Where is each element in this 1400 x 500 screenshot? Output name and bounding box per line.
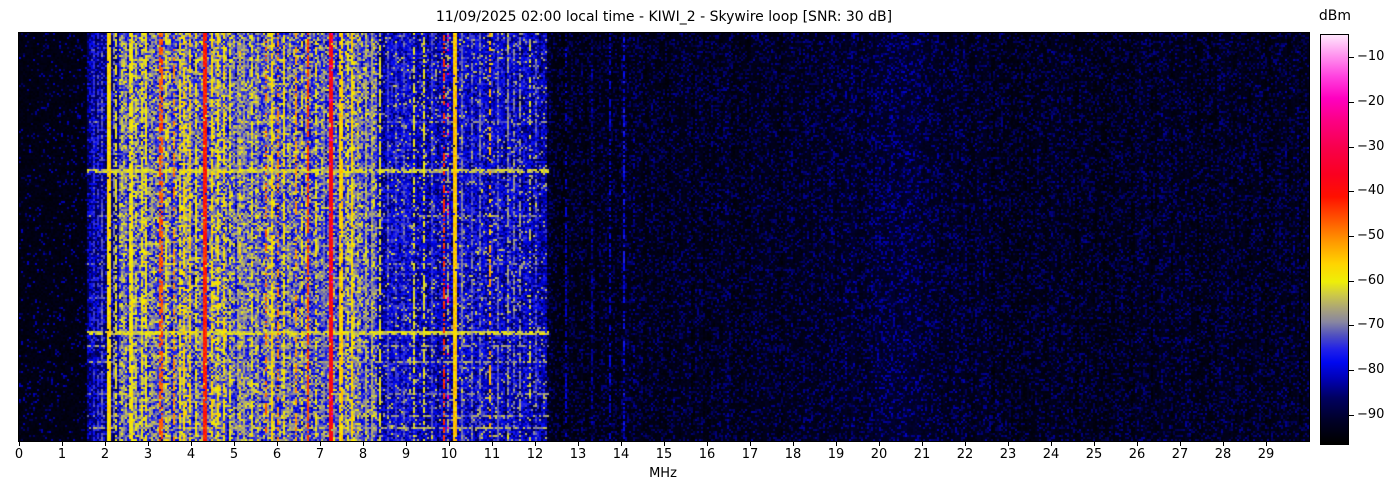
colorbar-tick-mark [1349,415,1354,416]
x-tick-label: 1 [58,447,66,462]
x-tick-label: 27 [1172,447,1189,462]
colorbar-tick-label: −30 [1357,139,1384,154]
colorbar-tick-label: −80 [1357,362,1384,377]
colorbar-tick-mark [1349,191,1354,192]
colorbar-tick-mark [1349,281,1354,282]
x-tick-mark [965,442,966,446]
x-tick-label: 28 [1215,447,1232,462]
x-tick-mark [406,442,407,446]
x-tick-label: 23 [1000,447,1017,462]
x-tick-mark [535,442,536,446]
colorbar-tick-label: −50 [1357,228,1384,243]
colorbar-tick-label: −40 [1357,183,1384,198]
x-tick-label: 10 [441,447,458,462]
colorbar-tick-label: −70 [1357,317,1384,332]
x-tick-label: 24 [1043,447,1060,462]
colorbar-gradient [1321,35,1348,444]
colorbar-tick-label: −90 [1357,407,1384,422]
x-tick-mark [707,442,708,446]
x-tick-label: 20 [871,447,888,462]
x-tick-mark [1223,442,1224,446]
x-tick-mark [363,442,364,446]
spectrogram-page: 11/09/2025 02:00 local time - KIWI_2 - S… [0,0,1400,500]
x-tick-label: 13 [570,447,587,462]
colorbar-tick-mark [1349,102,1354,103]
x-tick-mark [320,442,321,446]
x-tick-mark [19,442,20,446]
x-tick-label: 17 [742,447,759,462]
x-tick-mark [664,442,665,446]
colorbar-tick-label: −10 [1357,49,1384,64]
colorbar-unit-label: dBm [1310,8,1360,24]
waterfall-canvas [19,33,1309,441]
x-tick-mark [1180,442,1181,446]
x-tick-label: 5 [230,447,238,462]
x-tick-mark [836,442,837,446]
colorbar-tick-mark [1349,147,1354,148]
x-tick-label: 0 [15,447,23,462]
x-tick-mark [492,442,493,446]
x-tick-mark [1137,442,1138,446]
x-tick-label: 29 [1258,447,1275,462]
x-tick-mark [62,442,63,446]
colorbar-tick-mark [1349,325,1354,326]
colorbar-tick-mark [1349,370,1354,371]
x-tick-label: 6 [273,447,281,462]
x-tick-label: 16 [699,447,716,462]
x-tick-label: 2 [101,447,109,462]
x-tick-label: 18 [785,447,802,462]
waterfall-plot-area [18,32,1310,442]
colorbar-tick-label: −60 [1357,273,1384,288]
colorbar-tick-mark [1349,57,1354,58]
x-tick-mark [879,442,880,446]
x-tick-mark [449,442,450,446]
x-tick-label: 4 [187,447,195,462]
x-tick-mark [793,442,794,446]
x-tick-mark [1008,442,1009,446]
x-tick-mark [1051,442,1052,446]
x-tick-mark [105,442,106,446]
x-tick-label: 15 [656,447,673,462]
x-tick-mark [922,442,923,446]
x-tick-mark [234,442,235,446]
x-tick-label: 22 [957,447,974,462]
x-tick-label: 12 [527,447,544,462]
x-axis-label: MHz [613,466,713,481]
x-tick-mark [750,442,751,446]
colorbar-tick-label: −20 [1357,94,1384,109]
x-tick-mark [191,442,192,446]
x-tick-label: 7 [316,447,324,462]
x-tick-mark [621,442,622,446]
x-tick-mark [148,442,149,446]
x-tick-label: 25 [1086,447,1103,462]
x-tick-label: 11 [484,447,501,462]
x-tick-mark [578,442,579,446]
x-tick-label: 14 [613,447,630,462]
x-tick-mark [1266,442,1267,446]
x-tick-label: 26 [1129,447,1146,462]
colorbar [1320,34,1349,445]
x-tick-label: 3 [144,447,152,462]
plot-title: 11/09/2025 02:00 local time - KIWI_2 - S… [18,9,1310,25]
x-tick-label: 21 [914,447,931,462]
x-tick-label: 19 [828,447,845,462]
x-tick-mark [1094,442,1095,446]
x-tick-mark [277,442,278,446]
x-tick-label: 8 [359,447,367,462]
colorbar-tick-mark [1349,236,1354,237]
x-tick-label: 9 [402,447,410,462]
